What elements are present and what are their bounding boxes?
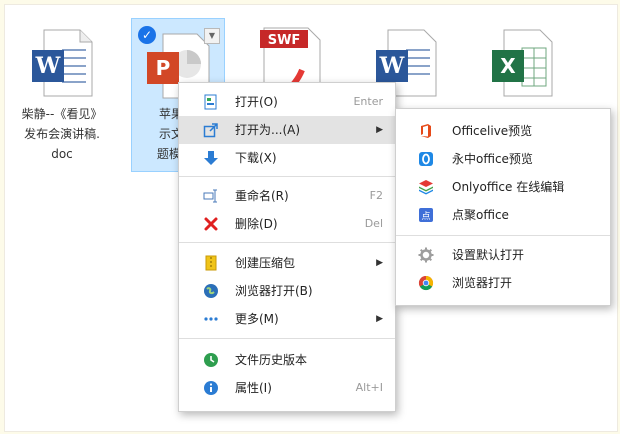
menu-item-label: 更多(M) [235, 312, 279, 326]
submenu-item-yozo[interactable]: 永中office预览 [396, 145, 610, 173]
svg-text:X: X [500, 54, 516, 78]
file-item-excel[interactable]: X [474, 20, 570, 100]
menu-item-open[interactable]: 打开(O) Enter [179, 88, 395, 116]
menu-item-shortcut: Del [364, 217, 383, 230]
menu-item-shortcut: F2 [369, 189, 383, 202]
rename-icon [203, 189, 217, 203]
menu-item-more[interactable]: 更多(M) ▶ [179, 305, 395, 333]
menu-item-properties[interactable]: 属性(I) Alt+I [179, 374, 395, 402]
menu-item-label: 浏览器打开(B) [235, 284, 313, 298]
menu-item-rename[interactable]: 重命名(R) F2 [179, 182, 395, 210]
menu-separator [179, 176, 395, 177]
swf-badge: SWF [268, 33, 301, 48]
svg-text:P: P [156, 56, 171, 80]
menu-separator [179, 242, 395, 243]
submenu-arrow-icon: ▶ [376, 314, 383, 324]
svg-text:W: W [35, 53, 61, 79]
onlyoffice-icon [419, 180, 433, 195]
menu-item-browser-open[interactable]: 浏览器打开(B) [179, 277, 395, 305]
svg-text:W: W [379, 53, 405, 79]
submenu-item-set-default[interactable]: 设置默认打开 [396, 241, 610, 269]
menu-item-shortcut: Alt+I [355, 381, 383, 394]
submenu-item-label: 点聚office [452, 208, 509, 222]
menu-item-label: 属性(I) [235, 381, 272, 395]
open-icon [204, 94, 217, 110]
menu-item-label: 创建压缩包 [235, 256, 296, 270]
menu-item-create-zip[interactable]: 创建压缩包 ▶ [179, 249, 395, 277]
menu-item-label: 打开(O) [235, 95, 278, 109]
submenu-arrow-icon: ▶ [376, 125, 383, 135]
browser-globe-icon [204, 284, 218, 298]
open-as-submenu: Officelive预览 永中office预览 Onlyoffice 在线编辑 … [395, 108, 611, 306]
menu-item-file-history[interactable]: 文件历史版本 [179, 346, 395, 374]
more-dots-icon [204, 317, 218, 321]
submenu-item-officelive[interactable]: Officelive预览 [396, 117, 610, 145]
menu-item-label: 下载(X) [235, 151, 277, 165]
submenu-item-label: 设置默认打开 [452, 248, 525, 262]
file-label-line: doc [51, 147, 73, 161]
submenu-item-browser-open[interactable]: 浏览器打开 [396, 269, 610, 297]
settings-gear-icon [418, 247, 434, 263]
svg-text:SWF: SWF [268, 33, 301, 48]
word-doc-icon: W [32, 29, 93, 97]
menu-item-download[interactable]: 下载(X) [179, 144, 395, 172]
menu-item-shortcut: Enter [353, 95, 383, 108]
office-icon [421, 124, 431, 138]
svg-text:点: 点 [421, 211, 430, 222]
file-label-line: 柴静--《看见》 [21, 107, 103, 121]
submenu-item-label: Officelive预览 [452, 124, 533, 138]
selected-checkmark-icon[interactable]: ✓ [138, 26, 156, 44]
menu-item-label: 文件历史版本 [235, 353, 308, 367]
submenu-item-dianju[interactable]: 点 点聚office [396, 201, 610, 229]
history-icon [204, 353, 218, 367]
menu-item-label: 删除(D) [235, 217, 278, 231]
menu-separator [179, 338, 395, 339]
file-label-line: 发布会演讲稿. [24, 127, 100, 141]
chevron-down-icon[interactable]: ▼ [204, 28, 220, 44]
file-item-word-doc[interactable]: W 柴静--《看见》 发布会演讲稿. doc [14, 20, 110, 170]
menu-item-open-as[interactable]: 打开为...(A) ▶ [179, 116, 395, 144]
delete-icon [204, 217, 218, 231]
download-icon [204, 151, 218, 165]
yozo-office-icon [419, 152, 433, 166]
menu-item-label: 重命名(R) [235, 189, 289, 203]
info-icon [204, 381, 218, 395]
submenu-item-onlyoffice[interactable]: Onlyoffice 在线编辑 [396, 173, 610, 201]
submenu-item-label: Onlyoffice 在线编辑 [452, 180, 565, 194]
context-menu: 打开(O) Enter 打开为...(A) ▶ 下载(X) 重命名(R) F2 … [178, 82, 396, 412]
zip-icon [205, 255, 217, 271]
dianju-office-icon: 点 [419, 208, 433, 222]
menu-separator [396, 235, 610, 236]
menu-item-delete[interactable]: 删除(D) Del [179, 210, 395, 238]
submenu-item-label: 永中office预览 [452, 152, 533, 166]
excel-doc-icon: X [492, 29, 553, 97]
open-as-icon [203, 123, 218, 138]
menu-item-label: 打开为...(A) [235, 123, 301, 137]
chrome-icon [418, 275, 434, 291]
submenu-arrow-icon: ▶ [376, 258, 383, 268]
submenu-item-label: 浏览器打开 [452, 276, 513, 290]
